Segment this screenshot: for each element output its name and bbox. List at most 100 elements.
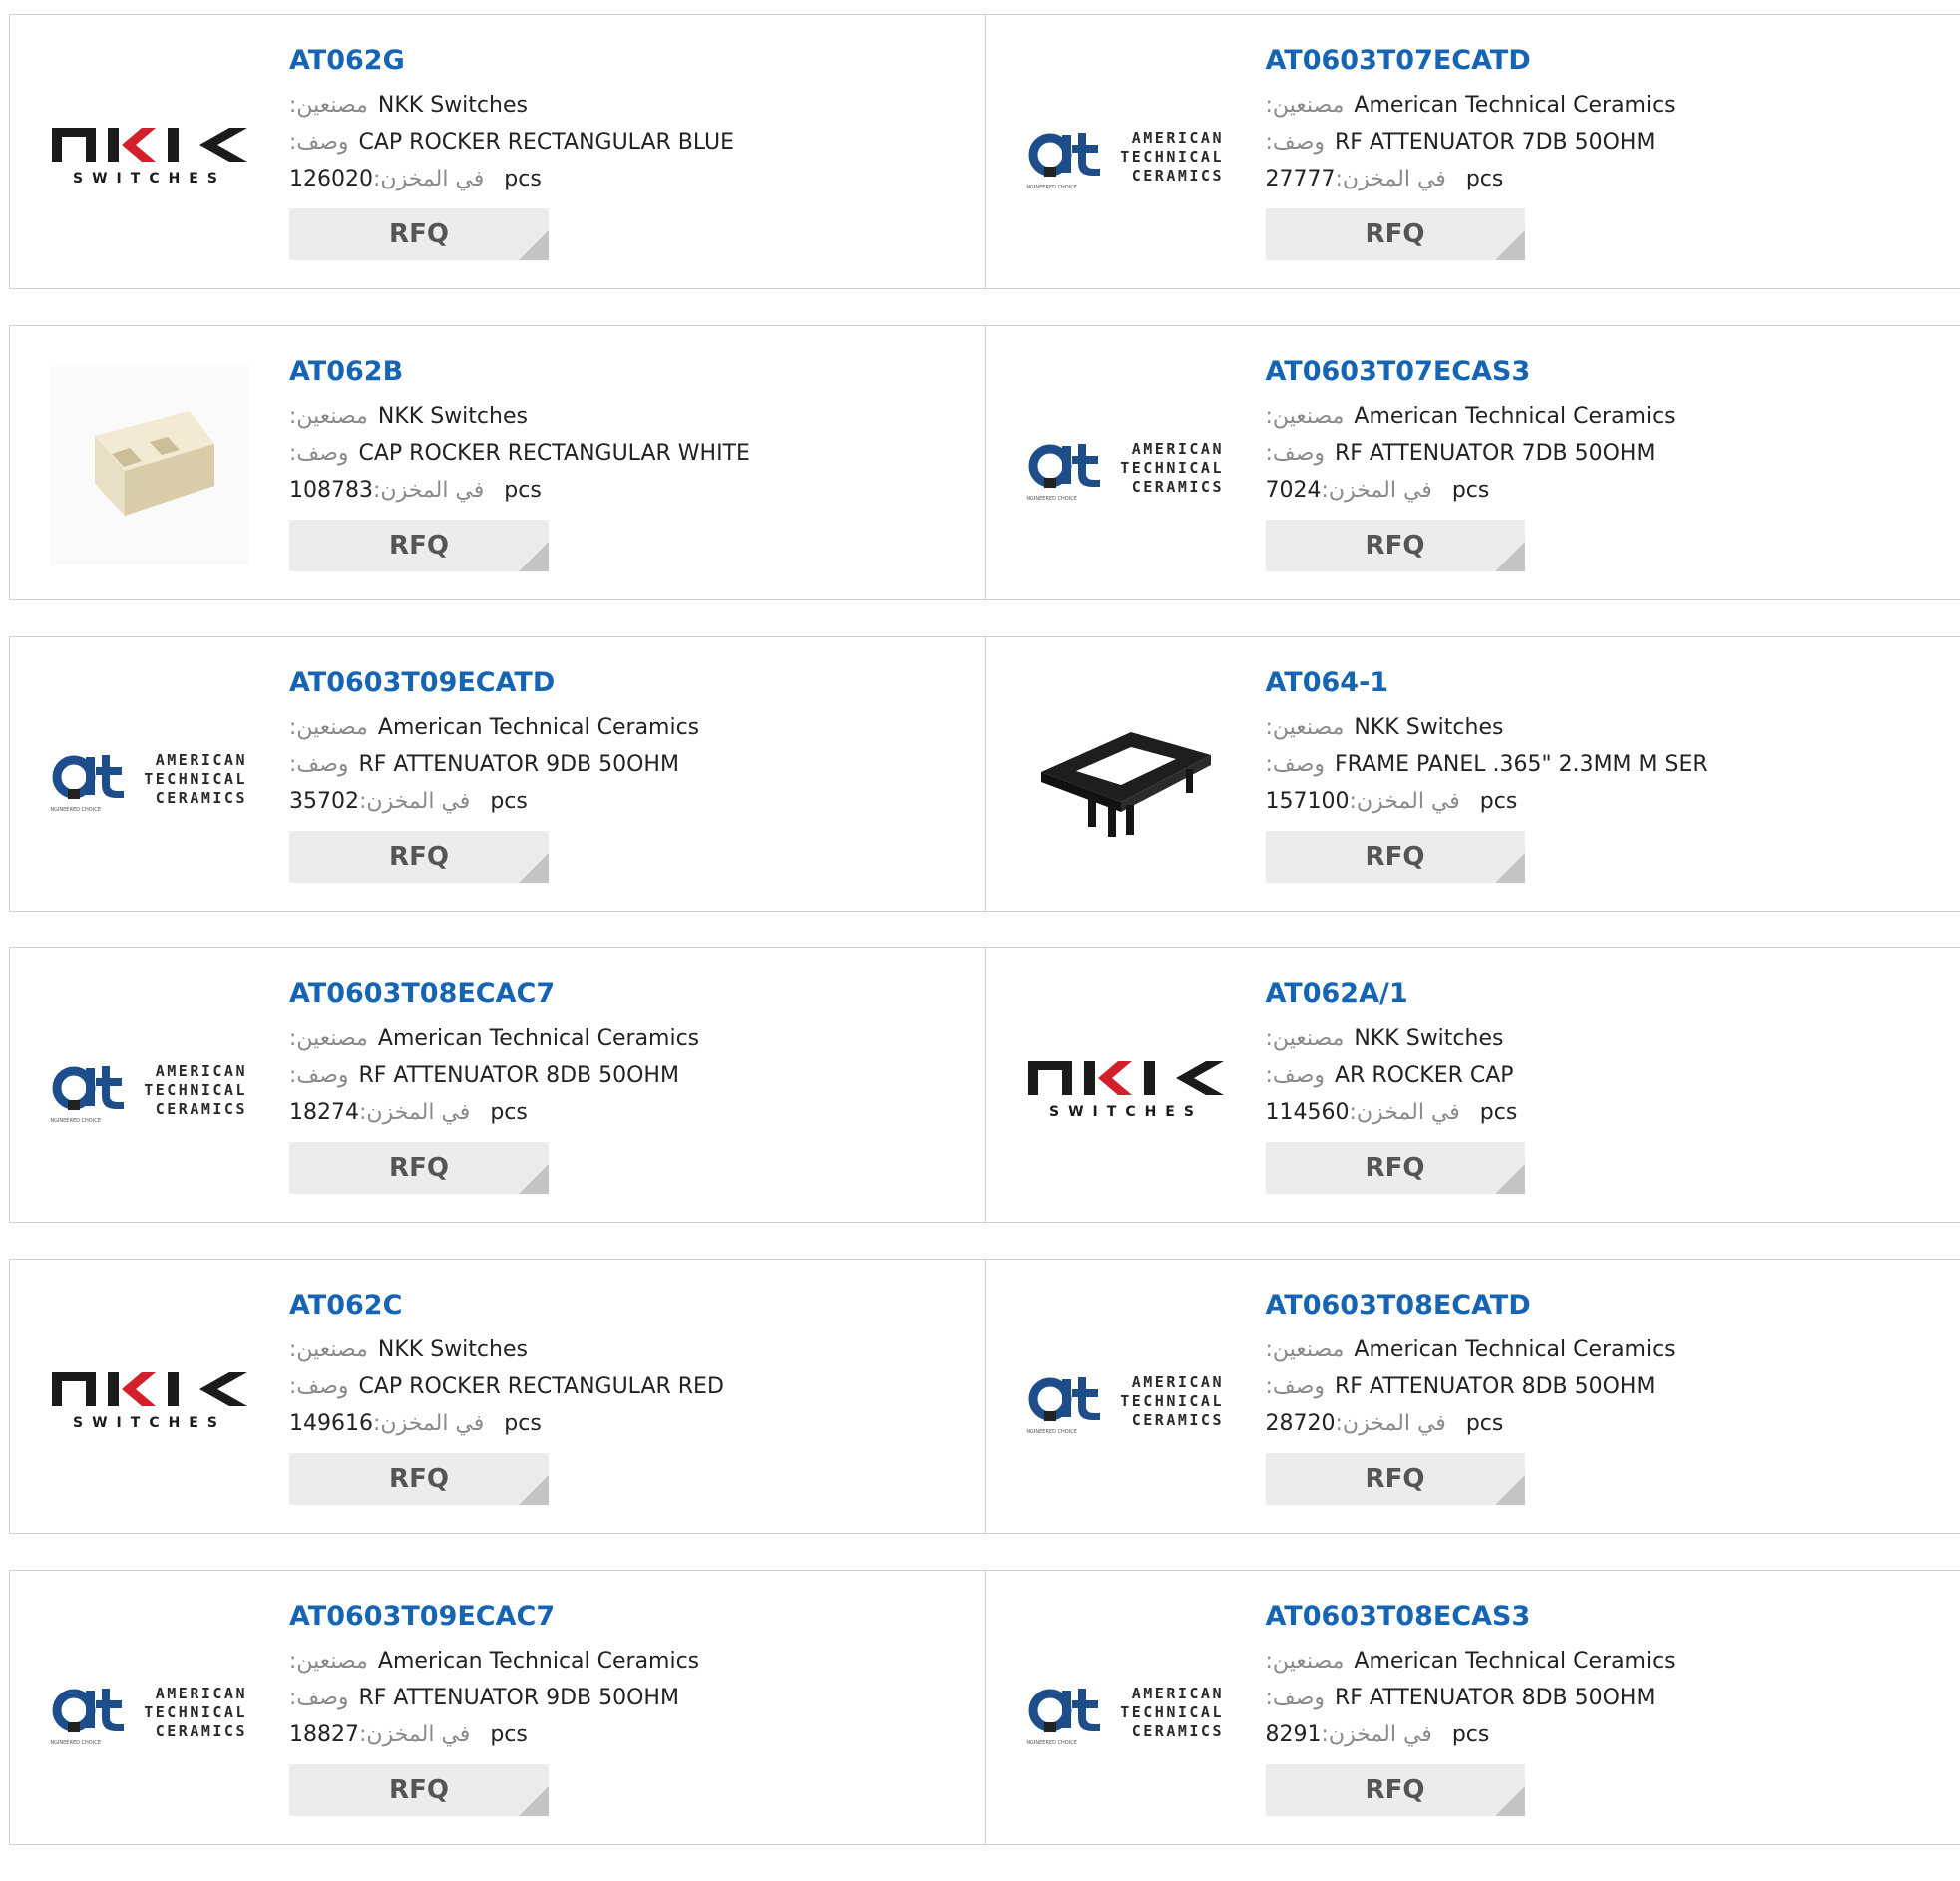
product-image[interactable]: ENGINEERED CHOICEAMERICANTECHNICALCERAMI…: [1026, 1300, 1226, 1499]
part-number-link[interactable]: AT064-1: [1266, 665, 1708, 701]
part-number-link[interactable]: AT062B: [289, 354, 750, 390]
product-image[interactable]: [50, 366, 249, 565]
manufacturer-label: :مصنعين: [289, 93, 368, 118]
svg-text:AMERICAN: AMERICAN: [1131, 1685, 1223, 1702]
product-image[interactable]: ENGINEERED CHOICEAMERICANTECHNICALCERAMI…: [1026, 55, 1226, 254]
product-image[interactable]: SWITCHES: [50, 1300, 249, 1499]
manufacturer-value: NKK Switches: [1354, 1026, 1503, 1051]
svg-text:TECHNICAL: TECHNICAL: [144, 1081, 247, 1099]
description-line: :وصفCAP ROCKER RECTANGULAR WHITE: [289, 435, 750, 472]
rfq-button[interactable]: RFQ: [289, 831, 549, 883]
stock-unit: pcs: [490, 1100, 528, 1125]
svg-text:AMERICAN: AMERICAN: [156, 1062, 247, 1080]
part-number-link[interactable]: AT0603T08ECATD: [1266, 1288, 1676, 1323]
manufacturer-label: :مصنعين: [289, 715, 368, 740]
product-image[interactable]: [1026, 677, 1226, 877]
description-label: :وصف: [1266, 1686, 1326, 1710]
product-card: ENGINEERED CHOICEAMERICANTECHNICALCERAMI…: [985, 15, 1960, 288]
svg-text:CERAMICS: CERAMICS: [156, 1722, 247, 1740]
stock-value: 7024: [1266, 478, 1322, 503]
description-line: :وصف RF ATTENUATOR 8DB 50OHM: [1266, 1680, 1676, 1716]
rfq-button[interactable]: RFQ: [1266, 1764, 1525, 1816]
svg-text:AMERICAN: AMERICAN: [1131, 1373, 1223, 1391]
white-rocker-cap-image: [50, 366, 249, 565]
svg-text:CERAMICS: CERAMICS: [156, 789, 247, 807]
part-number-link[interactable]: AT0603T08ECAC7: [289, 976, 699, 1012]
stock-label: :في المخزن: [359, 1722, 470, 1747]
part-number-link[interactable]: AT062C: [289, 1288, 724, 1323]
rfq-button[interactable]: RFQ: [289, 1764, 549, 1816]
product-row: ENGINEERED CHOICEAMERICANTECHNICALCERAMI…: [9, 1570, 1960, 1845]
product-card: SWITCHESAT062A/1:مصنعينNKK Switches:وصفA…: [985, 948, 1960, 1222]
product-image[interactable]: SWITCHES: [1026, 988, 1226, 1188]
rfq-button[interactable]: RFQ: [289, 208, 549, 260]
description-value: RF ATTENUATOR 8DB 50OHM: [1335, 1374, 1655, 1399]
product-grid: SWITCHESAT062G:مصنعينNKK Switches:وصفCAP…: [9, 14, 1960, 1881]
stock-value: 28720: [1266, 1411, 1336, 1436]
product-row: SWITCHESAT062G:مصنعينNKK Switches:وصفCAP…: [9, 14, 1960, 289]
part-number-link[interactable]: AT0603T08ECAS3: [1266, 1599, 1676, 1635]
product-image[interactable]: SWITCHES: [50, 55, 249, 254]
svg-text:CERAMICS: CERAMICS: [156, 1100, 247, 1118]
rfq-button[interactable]: RFQ: [289, 520, 549, 571]
svg-text:ENGINEERED CHOICE: ENGINEERED CHOICE: [50, 1740, 101, 1746]
manufacturer-label: :مصنعين: [289, 1337, 368, 1362]
description-label: :وصف: [1266, 1063, 1326, 1088]
svg-text:ENGINEERED CHOICE: ENGINEERED CHOICE: [1026, 496, 1077, 502]
stock-line: 28720:في المخزنpcs: [1266, 1405, 1676, 1442]
svg-text:CERAMICS: CERAMICS: [1131, 167, 1223, 185]
product-card: ENGINEERED CHOICEAMERICANTECHNICALCERAMI…: [985, 1260, 1960, 1533]
svg-text:SWITCHES: SWITCHES: [73, 1415, 226, 1431]
stock-line: 35702:في المخزنpcs: [289, 783, 699, 820]
rfq-button[interactable]: RFQ: [1266, 520, 1525, 571]
stock-unit: pcs: [1466, 167, 1504, 191]
rfq-button[interactable]: RFQ: [289, 1142, 549, 1194]
manufacturer-label: :مصنعين: [289, 1026, 368, 1051]
rfq-button[interactable]: RFQ: [289, 1453, 549, 1505]
product-row: ENGINEERED CHOICE AMERICANTECHNICALCERAMI…: [9, 947, 1960, 1223]
product-image[interactable]: ENGINEERED CHOICEAMERICANTECHNICALCERAMI…: [1026, 1611, 1226, 1810]
nkk-switches-logo: SWITCHES: [50, 1364, 249, 1434]
stock-label: :في المخزن: [1349, 789, 1459, 814]
part-number-link[interactable]: AT062G: [289, 43, 734, 79]
product-card: ENGINEERED CHOICEAMERICANTECHNICALCERAMI…: [10, 1571, 985, 1844]
part-number-link[interactable]: AT0603T09ECATD: [289, 665, 699, 701]
manufacturer-line: :مصنعينAmerican Technical Ceramics: [1266, 1643, 1676, 1680]
stock-unit: pcs: [504, 478, 542, 503]
rfq-button[interactable]: RFQ: [1266, 1453, 1525, 1505]
svg-text:SWITCHES: SWITCHES: [1049, 1104, 1203, 1120]
rfq-button[interactable]: RFQ: [1266, 831, 1525, 883]
product-image[interactable]: ENGINEERED CHOICEAMERICANTECHNICALCERAMI…: [50, 677, 249, 877]
stock-label: :في المخزن: [1336, 167, 1446, 191]
manufacturer-line: :مصنعين American Technical Ceramics: [289, 709, 699, 746]
svg-text:ENGINEERED CHOICE: ENGINEERED CHOICE: [50, 1118, 101, 1124]
description-label: :وصف: [289, 1686, 349, 1710]
american-technical-ceramics-logo: ENGINEERED CHOICE AMERICANTECHNICALCERAMI…: [50, 1048, 249, 1128]
product-image[interactable]: ENGINEERED CHOICEAMERICANTECHNICALCERAMI…: [1026, 366, 1226, 565]
part-number-link[interactable]: AT0603T07ECAS3: [1266, 354, 1676, 390]
description-value: CAP ROCKER RECTANGULAR WHITE: [359, 441, 750, 466]
stock-unit: pcs: [1480, 789, 1518, 814]
product-card: SWITCHESAT062G:مصنعينNKK Switches:وصفCAP…: [10, 15, 985, 288]
product-image[interactable]: ENGINEERED CHOICE AMERICANTECHNICALCERAMI…: [50, 988, 249, 1188]
svg-text:TECHNICAL: TECHNICAL: [1120, 459, 1224, 477]
rfq-button[interactable]: RFQ: [1266, 208, 1525, 260]
part-number-link[interactable]: AT0603T07ECATD: [1266, 43, 1676, 79]
stock-line: 149616:في المخزنpcs: [289, 1405, 724, 1442]
description-value: RF ATTENUATOR 8DB 50OHM: [1335, 1686, 1655, 1710]
product-row: AT062B:مصنعينNKK Switches:وصفCAP ROCKER …: [9, 325, 1960, 600]
description-line: :وصفCAP ROCKER RECTANGULAR BLUE: [289, 124, 734, 161]
product-card: ENGINEERED CHOICEAMERICANTECHNICALCERAMI…: [985, 326, 1960, 599]
part-number-link[interactable]: AT062A/1: [1266, 976, 1525, 1012]
part-number-link[interactable]: AT0603T09ECAC7: [289, 1599, 699, 1635]
stock-unit: pcs: [504, 1411, 542, 1436]
rfq-button[interactable]: RFQ: [1266, 1142, 1525, 1194]
manufacturer-line: :مصنعينAmerican Technical Ceramics: [1266, 1331, 1676, 1368]
description-label: :وصف: [289, 752, 349, 777]
svg-text:TECHNICAL: TECHNICAL: [144, 770, 247, 788]
manufacturer-value: American Technical Ceramics: [378, 715, 699, 740]
manufacturer-value: American Technical Ceramics: [1354, 1649, 1675, 1674]
product-image[interactable]: ENGINEERED CHOICEAMERICANTECHNICALCERAMI…: [50, 1611, 249, 1810]
product-info: AT0603T08ECATD :مصنعينAmerican Technical …: [1266, 1288, 1676, 1505]
description-label: :وصف: [1266, 752, 1326, 777]
